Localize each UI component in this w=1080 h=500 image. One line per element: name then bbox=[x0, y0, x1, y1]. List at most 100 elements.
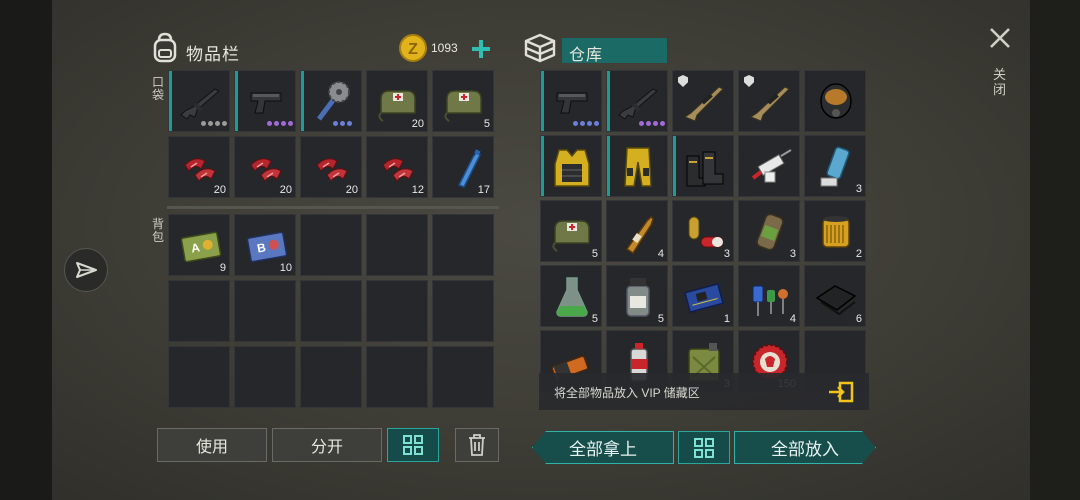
storage-slot-circuit-board[interactable]: 1 bbox=[672, 265, 734, 327]
empty-slot[interactable] bbox=[300, 280, 362, 342]
empty-slot[interactable] bbox=[432, 214, 494, 276]
pocket-slot-bandage[interactable]: 20 bbox=[168, 136, 230, 198]
pocket-slot-bandage[interactable]: 12 bbox=[366, 136, 428, 198]
sniper-rifle-icon bbox=[683, 86, 724, 122]
storage-slot-yellow-pants[interactable] bbox=[606, 135, 668, 197]
put-all-button[interactable]: 全部放入 bbox=[734, 431, 876, 464]
pocket-slot-water-bottle[interactable]: 17 bbox=[432, 136, 494, 198]
empty-slot[interactable] bbox=[366, 346, 428, 408]
take-all-button[interactable]: 全部拿上 bbox=[532, 431, 674, 464]
pocket-slot-medkit-bag[interactable]: 5 bbox=[432, 70, 494, 132]
share-button[interactable] bbox=[64, 248, 108, 292]
storage-slot-assault-rifle[interactable] bbox=[606, 70, 668, 132]
grid-icon bbox=[694, 437, 714, 458]
rarity-dots bbox=[201, 121, 227, 126]
item-count: 4 bbox=[789, 313, 796, 325]
item-count: 9 bbox=[219, 262, 226, 274]
split-button[interactable]: 分开 bbox=[272, 428, 382, 462]
storage-slot-pistol[interactable] bbox=[540, 70, 602, 132]
vip-storage-bar[interactable]: 将全部物品放入 VIP 储藏区 bbox=[539, 373, 869, 410]
vip-storage-text: 将全部物品放入 VIP 储藏区 bbox=[554, 386, 700, 400]
pocket-tab[interactable]: 口袋 bbox=[151, 76, 165, 102]
empty-slot[interactable] bbox=[168, 346, 230, 408]
storage-slot-syringe[interactable] bbox=[738, 135, 800, 197]
storage-slot-electronic-parts[interactable]: 4 bbox=[738, 265, 800, 327]
empty-slot[interactable] bbox=[300, 346, 362, 408]
pocket-slot-pistol[interactable] bbox=[234, 70, 296, 132]
storage-slot-armor-vest[interactable] bbox=[540, 135, 602, 197]
rarity-dot bbox=[333, 121, 338, 126]
ampoule-icon bbox=[625, 215, 654, 255]
rarity-dot bbox=[201, 121, 206, 126]
storage-slot-pills[interactable]: 3 bbox=[672, 200, 734, 262]
empty-slot[interactable] bbox=[432, 280, 494, 342]
rarity-dot bbox=[208, 121, 213, 126]
storage-slot-cloth[interactable]: 6 bbox=[804, 265, 866, 327]
sort-inventory-button[interactable] bbox=[387, 428, 439, 462]
storage-slot-sniper-rifle[interactable] bbox=[738, 70, 800, 132]
item-count: 20 bbox=[411, 118, 424, 130]
rarity-dot bbox=[288, 121, 293, 126]
svg-text:Z: Z bbox=[408, 41, 418, 58]
use-button[interactable]: 使用 bbox=[157, 428, 267, 462]
storage-slot-canister[interactable]: 3 bbox=[738, 200, 800, 262]
pocket-slot-medkit-bag[interactable]: 20 bbox=[366, 70, 428, 132]
rarity-dot bbox=[639, 121, 644, 126]
item-count: 3 bbox=[723, 248, 730, 260]
empty-slot[interactable] bbox=[300, 214, 362, 276]
backpack-icon bbox=[153, 32, 177, 63]
item-count: 20 bbox=[279, 184, 292, 196]
yellow-pants-icon bbox=[624, 147, 652, 187]
storage-slot-flask[interactable]: 5 bbox=[540, 265, 602, 327]
storage-slot-sniper-rifle[interactable] bbox=[672, 70, 734, 132]
item-count: 12 bbox=[411, 184, 424, 196]
add-coins-button[interactable] bbox=[468, 36, 494, 62]
grid-icon bbox=[403, 435, 423, 455]
backpack-slot-keycard-a[interactable]: A9 bbox=[168, 214, 230, 276]
storage-slot-ampoule[interactable]: 4 bbox=[606, 200, 668, 262]
sort-storage-button[interactable] bbox=[678, 431, 730, 464]
empty-slot[interactable] bbox=[366, 214, 428, 276]
pocket-slot-saw-mace[interactable] bbox=[300, 70, 362, 132]
item-count: 5 bbox=[591, 313, 598, 325]
right-edge bbox=[1030, 0, 1080, 500]
rarity-dot bbox=[215, 121, 220, 126]
empty-slot[interactable] bbox=[234, 346, 296, 408]
pocket-slot-bandage[interactable]: 20 bbox=[234, 136, 296, 198]
pocket-slot-assault-rifle[interactable] bbox=[168, 70, 230, 132]
assault-rifle-icon bbox=[180, 88, 220, 120]
empty-slot[interactable] bbox=[234, 280, 296, 342]
item-count: 20 bbox=[213, 184, 226, 196]
rarity-dot bbox=[274, 121, 279, 126]
inhaler-icon bbox=[820, 146, 850, 187]
filter-icon bbox=[822, 216, 850, 248]
empty-slot[interactable] bbox=[366, 280, 428, 342]
empty-slot[interactable] bbox=[432, 346, 494, 408]
backpack-tab[interactable]: 背包 bbox=[151, 218, 165, 244]
storage-slot-gas-mask[interactable] bbox=[804, 70, 866, 132]
syringe-icon bbox=[751, 149, 792, 183]
storage-slot-jar[interactable]: 5 bbox=[606, 265, 668, 327]
pills-icon bbox=[688, 216, 724, 248]
rarity-dot bbox=[281, 121, 286, 126]
storage-slot-inhaler[interactable]: 3 bbox=[804, 135, 866, 197]
inventory-title: 物品栏 bbox=[186, 45, 240, 64]
armor-vest-icon bbox=[554, 149, 590, 187]
storage-slot-medkit-bag[interactable]: 5 bbox=[540, 200, 602, 262]
keycard-a-icon: A bbox=[180, 231, 222, 263]
trash-button[interactable] bbox=[455, 428, 499, 462]
close-label: 关闭 bbox=[993, 67, 1007, 97]
pocket-slot-bandage[interactable]: 20 bbox=[300, 136, 362, 198]
close-button[interactable]: 关闭 bbox=[984, 22, 1016, 102]
rarity-dot bbox=[580, 121, 585, 126]
transfer-arrow-icon[interactable] bbox=[827, 380, 855, 404]
empty-slot[interactable] bbox=[168, 280, 230, 342]
storage-box-icon bbox=[524, 33, 556, 63]
rarity-dots bbox=[573, 121, 599, 126]
cloth-icon bbox=[815, 285, 857, 316]
storage-slot-boots[interactable] bbox=[672, 135, 734, 197]
backpack-slot-keycard-b[interactable]: B 10 bbox=[234, 214, 296, 276]
coin-count: 1093 bbox=[431, 41, 458, 55]
rarity-dot bbox=[646, 121, 651, 126]
storage-slot-filter[interactable]: 2 bbox=[804, 200, 866, 262]
